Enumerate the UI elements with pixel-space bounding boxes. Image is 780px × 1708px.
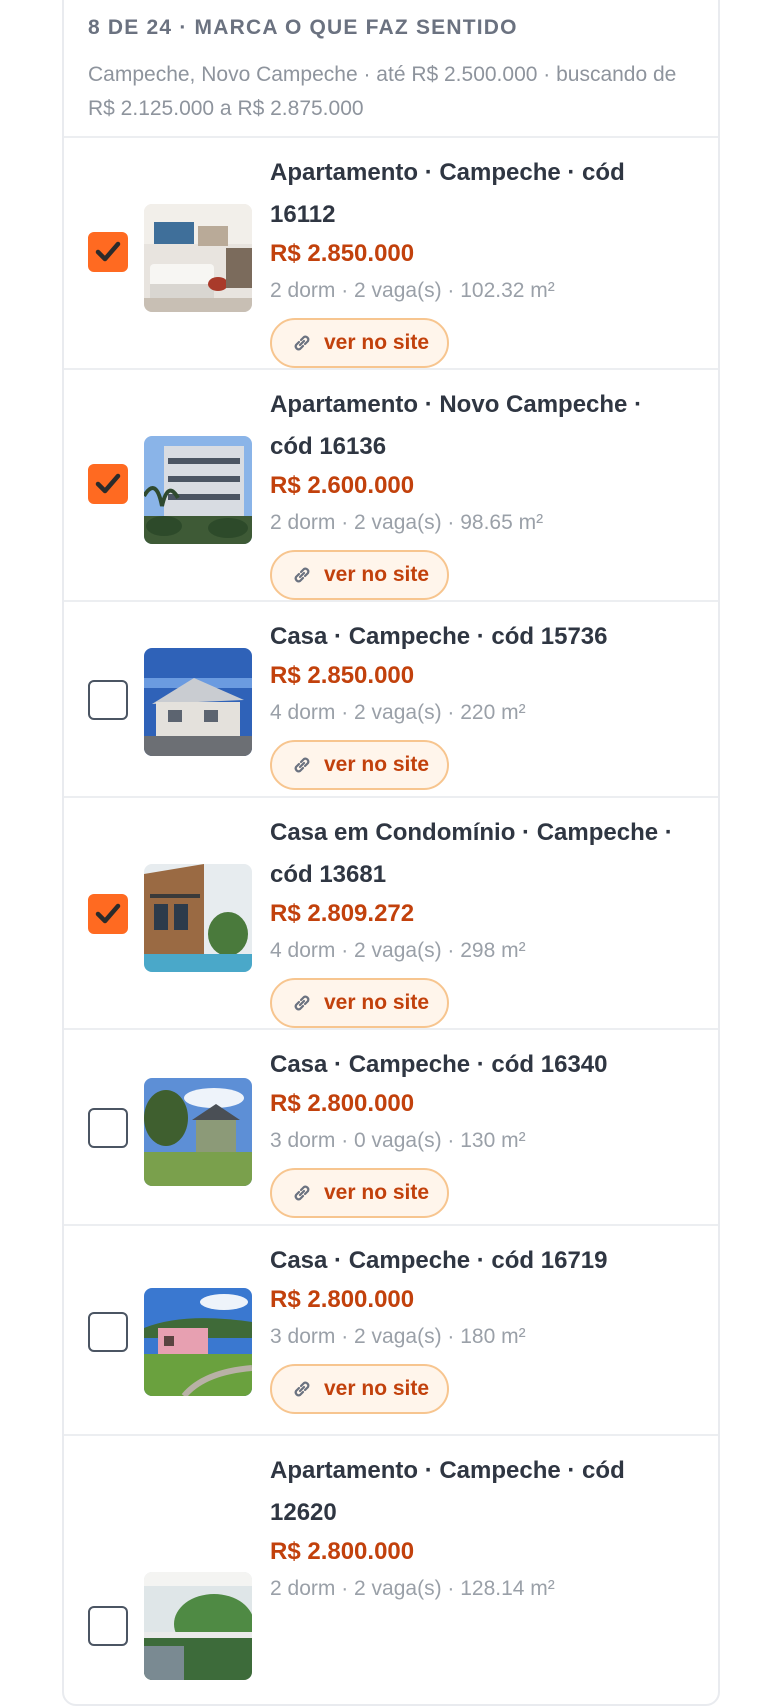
view-site-label: ver no site	[324, 563, 430, 586]
view-site-button[interactable]: ver no site	[270, 740, 450, 790]
listing-price: R$ 2.850.000	[270, 240, 415, 267]
listing-photo[interactable]	[144, 1572, 252, 1680]
listing-price: R$ 2.800.000	[270, 1286, 415, 1313]
listing-specs: 2 dorm · 2 vaga(s) · 128.14 m²	[270, 1577, 555, 1600]
listing-specs: 2 dorm · 2 vaga(s) · 102.32 m²	[270, 279, 555, 302]
listing-title: Casa em Condomínio · Campeche · cód 1368…	[270, 819, 673, 888]
listing-checkbox[interactable]	[88, 1606, 128, 1646]
view-site-label: ver no site	[324, 1377, 430, 1400]
link-icon	[294, 567, 310, 583]
view-site-button[interactable]: ver no site	[270, 1168, 450, 1218]
link-icon	[294, 1381, 310, 1397]
listing-info: Apartamento · Campeche · cód 16112 R$ 2.…	[270, 152, 690, 368]
listing-title: Casa · Campeche · cód 16340	[270, 1051, 608, 1078]
results-count-title: 8 DE 24 · MARCA O QUE FAZ SENTIDO	[88, 16, 518, 39]
listing-specs: 3 dorm · 2 vaga(s) · 180 m²	[270, 1325, 526, 1348]
listing-price: R$ 2.850.000	[270, 662, 415, 689]
view-site-button[interactable]: ver no site	[270, 318, 450, 368]
check-icon	[95, 473, 121, 494]
view-site-button[interactable]: ver no site	[270, 1364, 450, 1414]
listing-photo[interactable]	[144, 204, 252, 312]
listing-checkbox[interactable]	[88, 680, 128, 720]
listing-row: Apartamento · Novo Campeche · cód 16136 …	[64, 370, 718, 602]
view-site-label: ver no site	[324, 331, 430, 354]
listing-row: Apartamento · Campeche · cód 16112 R$ 2.…	[64, 138, 718, 370]
listing-info: Casa · Campeche · cód 15736 R$ 2.850.000…	[270, 616, 690, 790]
listing-photo[interactable]	[144, 864, 252, 972]
listing-checkbox[interactable]	[88, 232, 128, 272]
listing-row: Casa em Condomínio · Campeche · cód 1368…	[64, 798, 718, 1030]
listing-row: Casa · Campeche · cód 16340 R$ 2.800.000…	[64, 1030, 718, 1226]
listing-info: Casa · Campeche · cód 16719 R$ 2.800.000…	[270, 1240, 690, 1414]
listing-photo[interactable]	[144, 648, 252, 756]
listing-specs: 2 dorm · 2 vaga(s) · 98.65 m²	[270, 511, 544, 534]
check-icon	[95, 903, 121, 924]
listing-info: Apartamento · Novo Campeche · cód 16136 …	[270, 384, 690, 600]
listing-price: R$ 2.800.000	[270, 1538, 415, 1565]
listing-checkbox[interactable]	[88, 1108, 128, 1148]
listing-specs: 3 dorm · 0 vaga(s) · 130 m²	[270, 1129, 526, 1152]
listing-price: R$ 2.809.272	[270, 900, 415, 927]
listing-checkbox[interactable]	[88, 894, 128, 934]
link-icon	[294, 995, 310, 1011]
listing-checkbox[interactable]	[88, 464, 128, 504]
link-icon	[294, 1185, 310, 1201]
link-icon	[294, 335, 310, 351]
view-site-label: ver no site	[324, 1181, 430, 1204]
listing-photo[interactable]	[144, 436, 252, 544]
listing-title: Casa · Campeche · cód 15736	[270, 623, 608, 650]
view-site-button[interactable]: ver no site	[270, 550, 450, 600]
listing-photo[interactable]	[144, 1288, 252, 1396]
listing-checkbox[interactable]	[88, 1312, 128, 1352]
listing-title: Apartamento · Campeche · cód 16112	[270, 159, 625, 228]
listing-row: Casa · Campeche · cód 16719 R$ 2.800.000…	[64, 1226, 718, 1436]
link-icon	[294, 757, 310, 773]
listing-row: Apartamento · Campeche · cód 12620 R$ 2.…	[64, 1436, 718, 1708]
view-site-label: ver no site	[324, 991, 430, 1014]
check-icon	[95, 241, 121, 262]
listing-title: Apartamento · Campeche · cód 12620	[270, 1457, 625, 1526]
listing-price: R$ 2.800.000	[270, 1090, 415, 1117]
listing-specs: 4 dorm · 2 vaga(s) · 298 m²	[270, 939, 526, 962]
view-site-label: ver no site	[324, 753, 430, 776]
view-site-button[interactable]: ver no site	[270, 978, 450, 1028]
listing-price: R$ 2.600.000	[270, 472, 415, 499]
listing-title: Apartamento · Novo Campeche · cód 16136	[270, 391, 643, 460]
listing-specs: 4 dorm · 2 vaga(s) · 220 m²	[270, 701, 526, 724]
listing-info: Casa em Condomínio · Campeche · cód 1368…	[270, 812, 690, 1028]
listing-title: Casa · Campeche · cód 16719	[270, 1247, 608, 1274]
listing-info: Apartamento · Campeche · cód 12620 R$ 2.…	[270, 1450, 690, 1606]
results-header: 8 DE 24 · MARCA O QUE FAZ SENTIDO Campec…	[64, 0, 718, 138]
results-card: 8 DE 24 · MARCA O QUE FAZ SENTIDO Campec…	[62, 0, 720, 1706]
listing-photo[interactable]	[144, 1078, 252, 1186]
listing-info: Casa · Campeche · cód 16340 R$ 2.800.000…	[270, 1044, 690, 1218]
search-criteria: Campeche, Novo Campeche · até R$ 2.500.0…	[88, 63, 677, 120]
listing-row: Casa · Campeche · cód 15736 R$ 2.850.000…	[64, 602, 718, 798]
